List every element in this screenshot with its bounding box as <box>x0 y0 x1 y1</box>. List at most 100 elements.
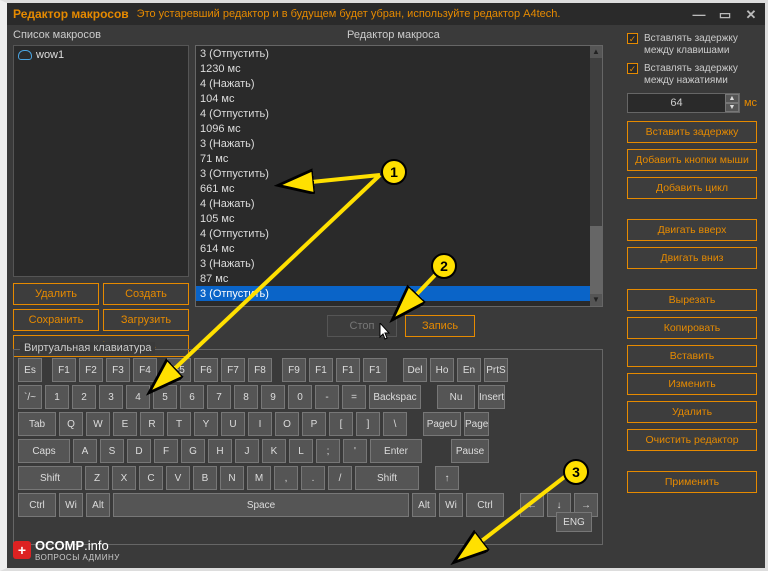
scroll-thumb[interactable] <box>590 226 602 296</box>
key[interactable]: F6 <box>194 358 218 382</box>
key[interactable]: 1 <box>45 385 69 409</box>
key[interactable]: `/~ <box>18 385 42 409</box>
key[interactable]: En <box>457 358 481 382</box>
editor-line[interactable]: 614 мс <box>196 241 602 256</box>
editor-line[interactable]: 4 (Нажать) <box>196 196 602 211</box>
side-button[interactable]: Добавить цикл <box>627 177 757 199</box>
spin-down-icon[interactable]: ▼ <box>725 103 739 112</box>
scroll-down-icon[interactable]: ▼ <box>590 294 602 306</box>
key[interactable]: Enter <box>370 439 422 463</box>
side-button[interactable]: Изменить <box>627 373 757 395</box>
key[interactable]: V <box>166 466 190 490</box>
key[interactable]: / <box>328 466 352 490</box>
key[interactable]: B <box>193 466 217 490</box>
checkbox-delay-press[interactable]: ✓ <box>627 63 638 74</box>
key[interactable]: Insert <box>478 385 505 409</box>
editor-line[interactable]: 4 (Отпустить) <box>196 106 602 121</box>
side-button[interactable]: Двигать вниз <box>627 247 757 269</box>
key[interactable]: \ <box>383 412 407 436</box>
side-button[interactable]: Очистить редактор <box>627 429 757 451</box>
editor-line[interactable]: 1096 мс <box>196 121 602 136</box>
key[interactable]: Es <box>18 358 42 382</box>
key[interactable]: 8 <box>234 385 258 409</box>
key[interactable]: F1 <box>309 358 333 382</box>
key[interactable]: Ho <box>430 358 454 382</box>
key[interactable]: Alt <box>86 493 110 517</box>
editor-line[interactable]: 104 мс <box>196 91 602 106</box>
key[interactable]: F1 <box>336 358 360 382</box>
key[interactable]: Wi <box>439 493 463 517</box>
key[interactable]: Z <box>85 466 109 490</box>
editor-line[interactable]: 4 (Отпустить) <box>196 226 602 241</box>
key[interactable]: F7 <box>221 358 245 382</box>
key[interactable]: F1 <box>363 358 387 382</box>
key[interactable]: Alt <box>412 493 436 517</box>
editor-line[interactable]: 4 (Нажать) <box>196 76 602 91</box>
editor-line[interactable]: 87 мс <box>196 271 602 286</box>
key[interactable]: 9 <box>261 385 285 409</box>
checkbox-delay-keys[interactable]: ✓ <box>627 33 638 44</box>
key[interactable]: 2 <box>72 385 96 409</box>
editor-line[interactable]: 1230 мс <box>196 61 602 76</box>
key[interactable]: J <box>235 439 259 463</box>
editor-line[interactable]: 105 мс <box>196 211 602 226</box>
side-button[interactable]: Добавить кнопки мыши <box>627 149 757 171</box>
key[interactable]: L <box>289 439 313 463</box>
key[interactable]: - <box>315 385 339 409</box>
side-button[interactable]: Применить <box>627 471 757 493</box>
key[interactable]: Page <box>464 412 489 436</box>
editor-line[interactable]: 3 (Отпустить) <box>196 286 602 301</box>
key[interactable]: F <box>154 439 178 463</box>
key[interactable]: Pause <box>451 439 489 463</box>
key[interactable]: P <box>302 412 326 436</box>
create-button[interactable]: Создать <box>103 283 189 305</box>
key[interactable]: PageU <box>423 412 461 436</box>
close-icon[interactable]: ✕ <box>743 7 759 21</box>
key[interactable]: T <box>167 412 191 436</box>
key[interactable]: Nu <box>437 385 475 409</box>
save-button[interactable]: Сохранить <box>13 309 99 331</box>
delay-input[interactable]: 64 ▲ ▼ <box>627 93 740 113</box>
key[interactable]: K <box>262 439 286 463</box>
key[interactable]: F4 <box>133 358 157 382</box>
editor-line[interactable]: 3 (Нажать) <box>196 256 602 271</box>
key[interactable]: W <box>86 412 110 436</box>
key[interactable]: , <box>274 466 298 490</box>
list-item[interactable]: wow1 <box>14 46 188 64</box>
key[interactable]: Caps <box>18 439 70 463</box>
key[interactable]: 7 <box>207 385 231 409</box>
key[interactable]: 4 <box>126 385 150 409</box>
key[interactable]: O <box>275 412 299 436</box>
key[interactable]: Backspac <box>369 385 421 409</box>
key[interactable]: F8 <box>248 358 272 382</box>
key[interactable]: N <box>220 466 244 490</box>
editor-line[interactable]: 3 (Нажать) <box>196 136 602 151</box>
scroll-up-icon[interactable]: ▲ <box>590 46 602 58</box>
key[interactable]: ↑ <box>435 466 459 490</box>
key[interactable]: I <box>248 412 272 436</box>
key[interactable]: Shift <box>18 466 82 490</box>
key[interactable]: F1 <box>52 358 76 382</box>
key[interactable]: F9 <box>282 358 306 382</box>
side-button[interactable]: Удалить <box>627 401 757 423</box>
key[interactable]: Q <box>59 412 83 436</box>
key[interactable]: Y <box>194 412 218 436</box>
language-indicator[interactable]: ENG <box>556 512 592 532</box>
scrollbar[interactable]: ▲ ▼ <box>590 46 602 306</box>
record-button[interactable]: Запись <box>405 315 475 337</box>
side-button[interactable]: Вырезать <box>627 289 757 311</box>
key[interactable]: M <box>247 466 271 490</box>
key[interactable]: PrtS <box>484 358 508 382</box>
key[interactable]: Ctrl <box>18 493 56 517</box>
side-button[interactable]: Двигать вверх <box>627 219 757 241</box>
delete-button[interactable]: Удалить <box>13 283 99 305</box>
side-button[interactable]: Копировать <box>627 317 757 339</box>
side-button[interactable]: Вставить <box>627 345 757 367</box>
key[interactable]: Space <box>113 493 409 517</box>
key[interactable]: 6 <box>180 385 204 409</box>
key[interactable]: D <box>127 439 151 463</box>
key[interactable]: E <box>113 412 137 436</box>
maximize-icon[interactable]: ▭ <box>717 7 733 21</box>
key[interactable]: 0 <box>288 385 312 409</box>
side-button[interactable]: Вставить задержку <box>627 121 757 143</box>
